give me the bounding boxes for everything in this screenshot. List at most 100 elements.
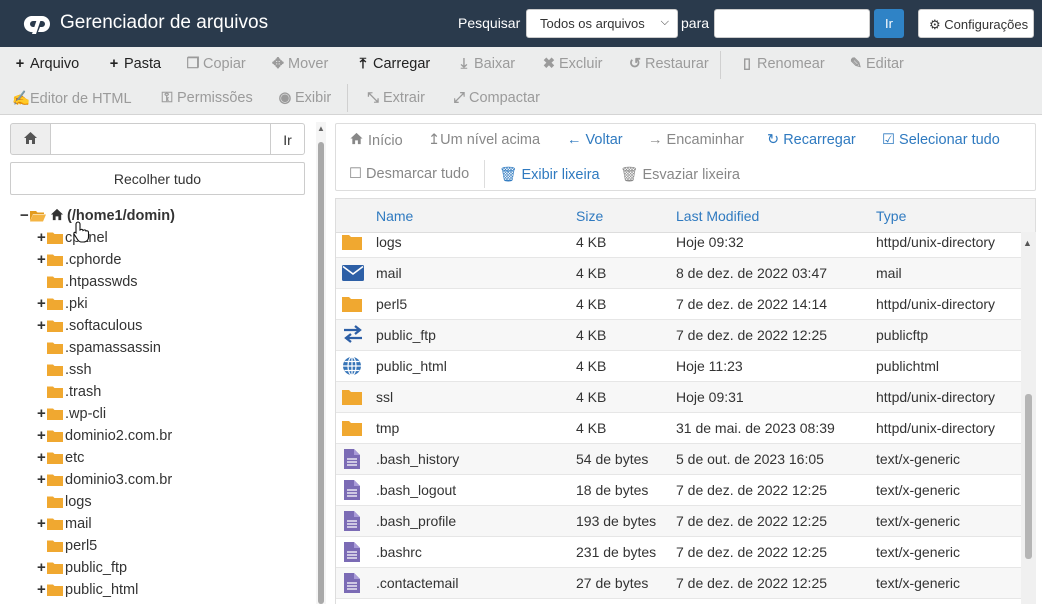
home-nav-button[interactable]: Início [349,132,403,149]
path-input[interactable] [50,123,271,155]
settings-button[interactable]: ⚙ Configurações [918,9,1034,38]
table-row[interactable]: .bash_logout 18 de bytes 7 de dez. de 2022… [336,475,1021,506]
table-row[interactable]: mail 4 KB 8 de dez. de 2022 03:47 mail [336,258,1021,289]
table-row[interactable]: ssl 4 KB Hoje 09:31 httpd/unix-directory [336,382,1021,413]
file-name[interactable]: mail [376,265,402,281]
scroll-up-icon[interactable]: ▲ [317,124,325,133]
tree-item[interactable]: perl5 [37,536,300,558]
empty-trash-button[interactable]: 🗑 Esvaziar lixeira [620,166,740,183]
reload-button[interactable]: ↻ Recarregar [767,132,856,148]
tree-item[interactable]: + public_html [37,580,300,602]
file-type: text/x-generic [876,544,961,560]
home-button[interactable] [10,123,51,155]
table-row[interactable]: perl5 4 KB 7 de dez. de 2022 14:14 httpd/un… [336,289,1021,320]
table-row[interactable]: public_ftp 4 KB 7 de dez. de 2022 12:25 pub… [336,320,1021,351]
view-trash-button[interactable]: 🗑 Exibir lixeira [499,166,600,183]
file-name[interactable]: perl5 [376,296,407,312]
table-row[interactable]: .bash_history 54 de bytes 5 de out. de 202… [336,444,1021,475]
table-row[interactable]: .contactemail 27 de bytes 7 de dez. de 202… [336,568,1021,599]
file-name[interactable]: .bashrc [376,544,422,560]
path-go-button[interactable]: Ir [270,123,305,155]
file-name[interactable]: logs [376,234,402,250]
up-level-button[interactable]: ↥Um nível acima [428,132,540,148]
rename-button[interactable]: ▯ Renomear [739,56,825,72]
search-scope-select[interactable]: Todos os arquivos ⌵ [526,9,678,38]
collapse-all-button[interactable]: Recolher tudo [10,162,305,195]
home-nav-label: Início [368,133,403,149]
file-list-toolbar: Início ↥Um nível acima ← Voltar → Encami… [335,123,1036,191]
column-last-modified[interactable]: Last Modified [676,208,759,224]
search-input[interactable] [714,9,870,38]
column-name[interactable]: Name [376,208,413,224]
tree-item[interactable]: .spamassassin [37,338,300,360]
table-row[interactable]: .bash_profile 193 de bytes 7 de dez. de 20… [336,506,1021,537]
expand-icon[interactable]: + [37,515,47,532]
tree-item[interactable]: .ssh [37,360,300,382]
delete-button[interactable]: ✖ Excluir [541,56,603,72]
tree-item[interactable]: + .pki [37,294,300,316]
table-scroll-thumb[interactable] [1025,394,1032,559]
tree-item[interactable]: + mail [37,514,300,536]
extract-button[interactable]: ⤡ Extrair [365,90,425,106]
select-all-button[interactable]: ☑ Selecionar tudo [882,132,1000,148]
back-button[interactable]: ← Voltar [567,132,623,148]
tree-item[interactable]: + public_ftp [37,558,300,580]
file-name[interactable]: .bash_profile [376,513,456,529]
file-name[interactable]: public_ftp [376,327,436,343]
forward-button[interactable]: → Encaminhar [648,132,744,148]
expand-icon[interactable]: + [37,559,47,576]
expand-icon[interactable]: + [37,471,47,488]
scroll-up-icon[interactable]: ▲ [1023,238,1032,248]
tree-root[interactable]: − (/home1/domin) [20,206,300,228]
file-name[interactable]: public_html [376,358,447,374]
move-button[interactable]: ✥ Mover [270,56,328,72]
tree-item[interactable]: + dominio3.com.br [37,470,300,492]
search-go-button[interactable]: Ir [874,9,904,38]
up-level-label: Um nível acima [440,132,541,148]
tree-item[interactable]: .trash [37,382,300,404]
file-name[interactable]: .bash_logout [376,482,456,498]
html-editor-button[interactable]: ✍Editor de HTML [12,90,132,107]
sidebar-scroll-thumb[interactable] [318,142,324,604]
tree-item[interactable]: .htpasswds [37,272,300,294]
upload-button[interactable]: ⤒ Carregar [355,56,430,72]
tree-item[interactable]: + dominio2.com.br [37,426,300,448]
file-name[interactable]: .bash_history [376,451,459,467]
collapse-icon[interactable]: − [20,207,30,224]
expand-icon[interactable]: + [37,317,47,334]
expand-icon[interactable]: + [37,229,47,246]
expand-icon[interactable]: + [37,427,47,444]
file-name[interactable]: tmp [376,420,399,436]
new-file-button[interactable]: + Arquivo [12,56,79,72]
sidebar-scrollbar[interactable]: ▲ [316,122,326,604]
tree-item[interactable]: + .cphorde [37,250,300,272]
expand-icon[interactable]: + [37,295,47,312]
new-folder-button[interactable]: + Pasta [106,56,161,72]
column-type[interactable]: Type [876,208,906,224]
download-button[interactable]: ⤓ Baixar [456,56,515,72]
copy-button[interactable]: ❐ Copiar [185,56,246,72]
tree-item[interactable]: + etc [37,448,300,470]
expand-icon[interactable]: + [37,449,47,466]
restore-button[interactable]: ↺ Restaurar [627,56,709,72]
edit-button[interactable]: ✎ Editar [848,56,904,72]
expand-icon[interactable]: + [37,405,47,422]
file-type: publichtml [876,358,940,374]
permissions-button[interactable]: ⚿ Permissões [159,90,252,106]
tree-item[interactable]: + .softaculous [37,316,300,338]
expand-icon[interactable]: + [37,251,47,268]
table-row[interactable]: .bashrc 231 de bytes 7 de dez. de 2022 12:… [336,537,1021,568]
deselect-all-button[interactable]: ☐ Desmarcar tudo [349,166,469,182]
tree-item[interactable]: + .wp-cli [37,404,300,426]
table-row[interactable]: public_html 4 KB Hoje 11:23 publichtml [336,351,1021,382]
compress-button[interactable]: ⤢ Compactar [451,90,540,106]
file-name[interactable]: ssl [376,389,393,405]
table-row[interactable]: tmp 4 KB 31 de mai. de 2023 08:39 httpd/uni… [336,413,1021,444]
file-name[interactable]: .contactemail [376,575,458,591]
table-scrollbar[interactable]: ▲ [1021,232,1036,604]
table-row[interactable]: logs 4 KB Hoje 09:32 httpd/unix-directory [336,227,1021,258]
tree-item[interactable]: logs [37,492,300,514]
view-button[interactable]: ◉ Exibir [277,90,332,106]
column-size[interactable]: Size [576,208,603,224]
expand-icon[interactable]: + [37,581,47,598]
